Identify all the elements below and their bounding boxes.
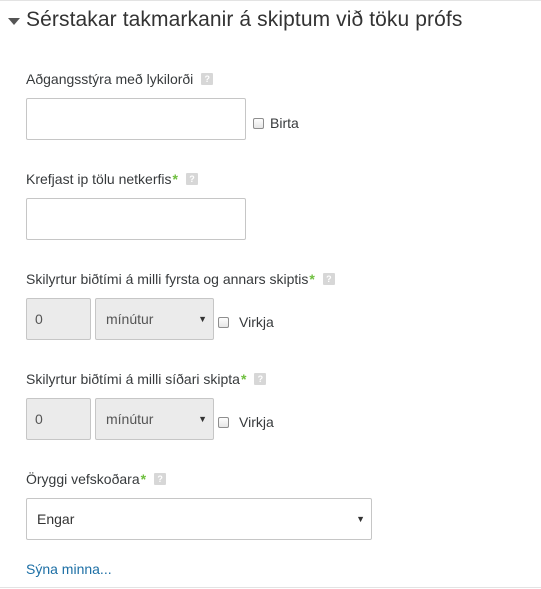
delay1-unit-select[interactable]: mínútur ▼ xyxy=(95,298,214,340)
delay1-enable-toggle[interactable]: Virkja xyxy=(218,314,274,330)
delay2-label-row: Skilyrtur biðtími á milli síðari skipta *… xyxy=(26,370,267,388)
delay2-unit-value: mínútur xyxy=(106,411,154,427)
required-marker: * xyxy=(140,471,147,487)
password-input[interactable] xyxy=(26,98,246,140)
delay2-unit-select[interactable]: mínútur ▼ xyxy=(95,398,214,440)
help-icon[interactable]: ? xyxy=(254,373,267,385)
reveal-password-checkbox[interactable] xyxy=(253,117,264,129)
password-label: Aðgangsstýra með lykilorði xyxy=(26,71,194,87)
reveal-password-label: Birta xyxy=(270,115,299,131)
help-icon[interactable]: ? xyxy=(322,273,335,285)
dropdown-arrow-icon: ▼ xyxy=(356,514,365,524)
browser-security-label-row: Öryggi vefskoðara * ? xyxy=(26,470,167,488)
caret-down-icon xyxy=(8,17,20,25)
help-icon[interactable]: ? xyxy=(154,473,167,485)
subnet-input[interactable] xyxy=(26,198,246,240)
delay2-enable-checkbox[interactable] xyxy=(218,416,229,428)
browser-security-label: Öryggi vefskoðara xyxy=(26,471,140,487)
section-top-divider xyxy=(0,0,541,1)
browser-security-value: Engar xyxy=(37,511,75,527)
delay2-enable-label: Virkja xyxy=(239,414,274,430)
required-marker: * xyxy=(309,271,315,287)
delay1-unit-value: mínútur xyxy=(106,311,154,327)
section-title: Sérstakar takmarkanir á skiptum við töku… xyxy=(26,8,463,31)
delay1-label: Skilyrtur biðtími á milli fyrsta og anna… xyxy=(26,271,309,287)
delay2-number-input[interactable]: 0 xyxy=(26,398,91,440)
required-marker: * xyxy=(172,171,178,187)
help-icon[interactable]: ? xyxy=(201,73,214,85)
delay1-value: 0 xyxy=(35,311,43,327)
browser-security-select[interactable]: Engar ▼ xyxy=(26,498,372,540)
delay1-number-input[interactable]: 0 xyxy=(26,298,91,340)
password-label-row: Aðgangsstýra með lykilorði ? xyxy=(26,70,214,88)
subnet-label: Krefjast ip tölu netkerfis xyxy=(26,171,172,187)
required-marker: * xyxy=(240,371,247,387)
delay1-enable-label: Virkja xyxy=(239,314,274,330)
delay2-enable-toggle[interactable]: Virkja xyxy=(218,414,274,430)
delay1-enable-checkbox[interactable] xyxy=(218,316,229,328)
help-icon[interactable]: ? xyxy=(185,173,198,185)
reveal-password-toggle[interactable]: Birta xyxy=(253,115,299,131)
dropdown-arrow-icon: ▼ xyxy=(198,314,207,324)
section-toggle[interactable]: Sérstakar takmarkanir á skiptum við töku… xyxy=(8,4,462,36)
delay2-label: Skilyrtur biðtími á milli síðari skipta xyxy=(26,371,240,387)
section-bottom-divider xyxy=(0,587,541,588)
show-less-link[interactable]: Sýna minna... xyxy=(26,561,112,577)
subnet-label-row: Krefjast ip tölu netkerfis * ? xyxy=(26,170,198,188)
delay1-label-row: Skilyrtur biðtími á milli fyrsta og anna… xyxy=(26,270,335,288)
quiz-extra-restrictions-section: Sérstakar takmarkanir á skiptum við töku… xyxy=(0,0,541,589)
dropdown-arrow-icon: ▼ xyxy=(198,414,207,424)
delay2-value: 0 xyxy=(35,411,43,427)
